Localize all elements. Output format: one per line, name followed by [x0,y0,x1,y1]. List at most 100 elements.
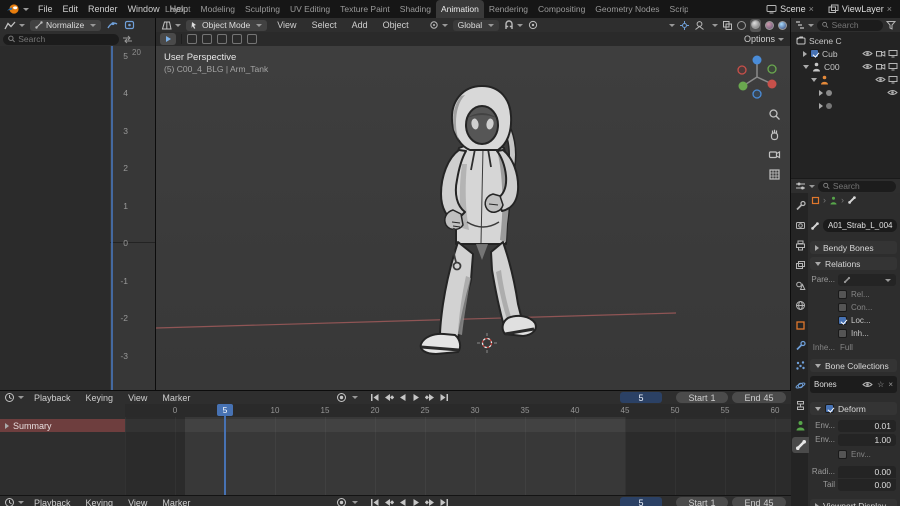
play-button[interactable] [410,392,422,404]
section-deform[interactable]: Deform [810,402,897,415]
show-selected-curves-icon[interactable] [106,19,118,31]
camera-icon[interactable] [875,62,886,71]
tab-geometry-nodes[interactable]: Geometry Nodes [590,0,664,18]
local-location-row[interactable]: Loc... [838,316,871,325]
jump-next-keyframe-button[interactable] [424,392,436,404]
snap-option-icon[interactable] [232,34,242,44]
section-bone-collections[interactable]: Bone Collections [810,359,897,372]
menu-window[interactable]: Window [123,0,165,18]
inherit-scale-value[interactable]: Full [840,342,853,354]
active-tool-button[interactable] [160,33,176,45]
inherit-scale-row[interactable]: Inhe... Full [808,342,900,354]
tab-view-layer-icon[interactable] [792,257,808,273]
eye-icon[interactable] [862,49,873,58]
radius-head-field[interactable]: 0.00 [838,466,896,478]
shading-rendered-button[interactable] [778,20,787,30]
editor-type-button[interactable] [4,497,24,506]
tab-rendering[interactable]: Rendering [484,0,533,18]
tab-object-data-icon[interactable] [792,417,808,433]
show-gizmo-icon[interactable] [679,20,690,31]
channel-search-input[interactable] [18,34,114,44]
section-relations[interactable]: Relations [810,257,897,270]
editor-type-button[interactable] [160,20,181,31]
tab-physics-icon[interactable] [792,377,808,393]
current-frame-field[interactable]: 5 [620,497,662,506]
menu-render[interactable]: Render [83,0,123,18]
snap-toggle[interactable] [504,20,524,30]
toggle-xray-icon[interactable] [722,20,733,31]
tab-compositing[interactable]: Compositing [533,0,590,18]
character-model[interactable] [419,85,537,355]
orientation-dropdown[interactable]: Global [452,19,500,31]
monitor-icon[interactable] [888,75,898,84]
outliner-row-armature-data[interactable] [791,73,900,86]
connected-row[interactable]: Con... [838,303,872,312]
proportional-edit-toggle[interactable] [528,20,538,30]
tab-layout[interactable]: Layout [160,0,196,18]
shading-wireframe-button[interactable] [737,20,746,30]
eye-icon[interactable] [875,75,886,84]
options-dropdown[interactable]: Options [744,34,784,44]
camera-view-icon[interactable] [768,148,781,161]
normalize-toggle[interactable]: Normalize [30,19,102,31]
show-overlays-icon[interactable] [694,20,705,31]
mode-dropdown[interactable]: Object Mode [186,19,268,31]
tab-output-icon[interactable] [792,237,808,253]
snap-option-icon[interactable] [187,34,197,44]
transform-pivot-button[interactable] [429,20,448,30]
outliner-row-child[interactable] [791,99,900,112]
channel-search[interactable] [3,33,119,45]
tail-field[interactable]: 0.00 [838,479,896,491]
star-icon[interactable]: ☆ [877,380,884,389]
editor-type-button[interactable] [795,181,815,191]
outliner-row-armature-object[interactable]: C00 [791,60,900,73]
tab-scripting[interactable]: Scripting [665,0,688,18]
outliner-search-input[interactable] [831,20,878,30]
object-icon[interactable] [811,196,820,205]
tab-constraints-icon[interactable] [792,397,808,413]
jump-prev-keyframe-button[interactable] [382,392,394,404]
inherit-rotation-row[interactable]: Inh... [838,329,869,338]
eye-icon[interactable] [887,88,898,97]
frame-start-field[interactable]: Start 1 [676,392,728,403]
current-frame-field[interactable]: 5 [620,392,662,403]
snap-option-icon[interactable] [202,34,212,44]
navigation-gizmo[interactable] [734,54,780,100]
snap-option-icon[interactable] [217,34,227,44]
camera-icon[interactable] [875,49,886,58]
editor-type-button[interactable] [4,392,24,403]
play-button[interactable] [410,497,422,506]
outliner-row-child[interactable] [791,86,900,99]
envelope-weight-field[interactable]: 1.00 [838,434,896,446]
jump-to-end-button[interactable] [438,392,450,404]
deform-checkbox[interactable] [825,404,834,413]
collection-exclude-checkbox[interactable] [810,49,819,58]
jump-next-keyframe-button[interactable] [424,497,436,506]
jump-to-start-button[interactable] [368,497,380,506]
tab-render-icon[interactable] [792,217,808,233]
outliner-search[interactable] [817,19,883,31]
play-reverse-button[interactable] [396,392,408,404]
tab-bone-icon[interactable] [792,437,809,453]
gizmo-dropdown[interactable] [669,23,675,27]
summary-channel[interactable]: Summary [0,419,125,432]
frame-end-field[interactable]: End 45 [732,392,786,403]
view-layer-remove-icon[interactable]: × [887,4,892,14]
properties-search-input[interactable] [832,181,891,191]
tab-modeling[interactable]: Modeling [196,0,241,18]
tab-animation[interactable]: Animation [436,0,484,18]
playhead-frame-badge[interactable]: 5 [217,404,233,416]
overlays-dropdown[interactable] [712,23,718,27]
menu-marker[interactable]: Marker [157,494,195,506]
frame-end-field[interactable]: End 45 [732,497,786,506]
ghost-curves-icon[interactable] [123,19,135,31]
tab-particles-icon[interactable] [792,357,808,373]
envelope-distance-field[interactable]: 0.01 [838,420,896,432]
monitor-icon[interactable] [888,62,898,71]
jump-to-end-button[interactable] [438,497,450,506]
remove-icon[interactable]: × [888,380,893,389]
snap-option-icon[interactable] [247,34,257,44]
envelope-multiply-row[interactable]: Env... [838,450,871,459]
armature-data-icon[interactable] [829,196,838,205]
shading-solid-button[interactable] [750,18,761,32]
